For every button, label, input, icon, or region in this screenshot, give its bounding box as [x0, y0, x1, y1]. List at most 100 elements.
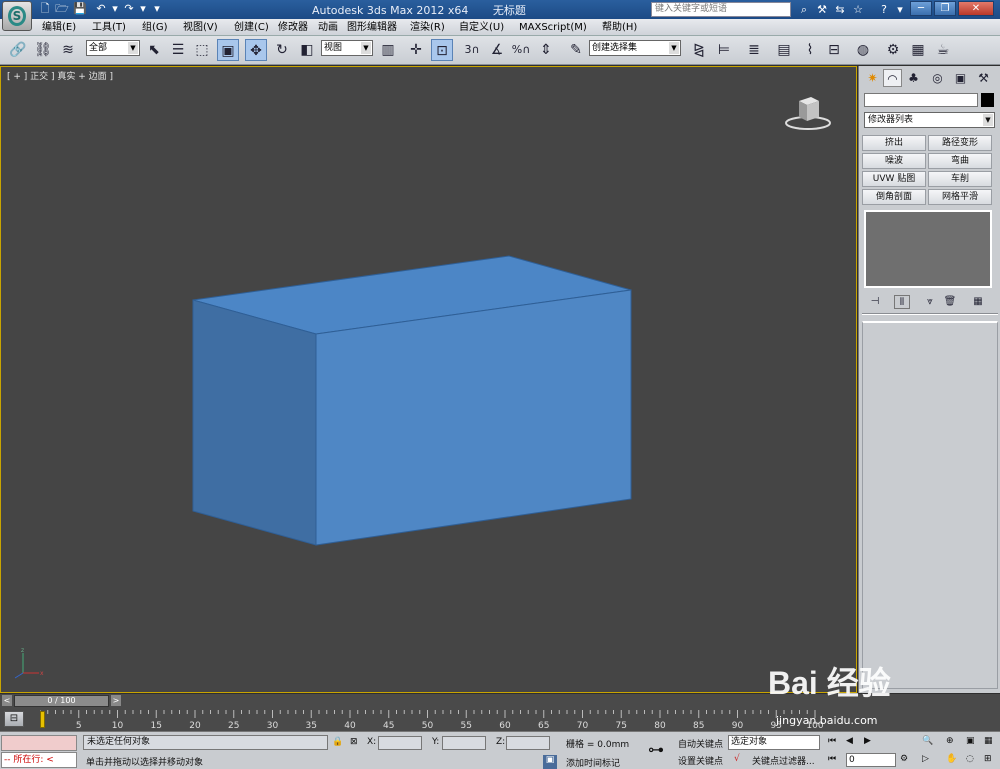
maxscript-mini-listener[interactable]: -- 所在行: <	[1, 752, 77, 768]
configure-modifier-sets-icon[interactable]: ▦	[970, 295, 986, 309]
maxscript-listener[interactable]	[1, 735, 77, 751]
modifier-bevel-profile-button[interactable]: 倒角剖面	[862, 189, 926, 205]
auto-key-label[interactable]: 自动关键点	[678, 737, 723, 750]
modify-tab-icon[interactable]: ◠	[883, 69, 902, 87]
modifier-noise-button[interactable]: 噪波	[862, 153, 926, 169]
lock-selection-icon[interactable]: 🔒	[332, 737, 343, 747]
transform-mode-icon[interactable]: ⊠	[350, 737, 358, 747]
menu-create[interactable]: 创建(C)	[234, 20, 269, 35]
keyboard-shortcut-override-icon[interactable]: ⊡	[431, 39, 453, 61]
zoom-icon[interactable]: 🔍	[922, 736, 933, 746]
undo-icon[interactable]: ↶	[94, 2, 108, 16]
time-slider-prev-button[interactable]: <	[2, 695, 12, 706]
mirror-icon[interactable]: ⧎	[688, 39, 710, 61]
select-by-name-icon[interactable]: ☰	[167, 39, 189, 61]
key-tools-icon[interactable]: ⚒	[814, 2, 830, 17]
display-tab-icon[interactable]: ▣	[951, 69, 970, 87]
time-config-icon[interactable]: ⚙	[900, 754, 908, 764]
modifier-path-deform-button[interactable]: 路径变形	[928, 135, 992, 151]
curve-editor-icon[interactable]: ⌇	[799, 39, 821, 61]
help-icon[interactable]: ?	[876, 2, 892, 17]
menu-rendering[interactable]: 渲染(R)	[410, 20, 445, 35]
remove-modifier-icon[interactable]: 🗑	[942, 295, 958, 309]
menu-group[interactable]: 组(G)	[142, 20, 168, 35]
align-icon[interactable]: ⊨	[713, 39, 735, 61]
menu-edit[interactable]: 编辑(E)	[42, 20, 76, 35]
favorites-icon[interactable]: ☆	[850, 2, 866, 17]
select-manipulate-icon[interactable]: ✛	[405, 39, 427, 61]
link-icon[interactable]: 🔗	[7, 39, 29, 61]
motion-tab-icon[interactable]: ◎	[928, 69, 947, 87]
select-and-move-icon[interactable]: ✥	[245, 39, 267, 61]
hierarchy-tab-icon[interactable]: ♣	[904, 69, 923, 87]
x-coordinate-field[interactable]	[378, 736, 422, 750]
menu-help[interactable]: 帮助(H)	[602, 20, 637, 35]
modifier-uvw-map-button[interactable]: UVW 贴图	[862, 171, 926, 187]
modifier-lathe-button[interactable]: 车削	[928, 171, 992, 187]
close-button[interactable]: ✕	[958, 1, 994, 16]
snaps-toggle-icon[interactable]: 3∩	[461, 39, 483, 61]
maximize-viewport-icon[interactable]: ⊞	[984, 754, 992, 764]
redo-dropdown-icon[interactable]: ▾	[136, 2, 150, 16]
render-production-icon[interactable]: ☕	[932, 39, 954, 61]
menu-views[interactable]: 视图(V)	[183, 20, 218, 35]
time-slider[interactable]: 0 / 100	[14, 695, 109, 707]
zoom-extents-all-icon[interactable]: ▦	[984, 736, 993, 746]
reference-coordinate-dropdown[interactable]: 视图 ▼	[321, 40, 373, 56]
menu-maxscript[interactable]: MAXScript(M)	[519, 20, 587, 35]
material-editor-icon[interactable]: ◍	[852, 39, 874, 61]
key-filter-icon[interactable]: √	[734, 754, 740, 764]
viewcube-icon[interactable]	[785, 95, 831, 131]
select-object-icon[interactable]: ⬉	[143, 39, 165, 61]
goto-start-frame-icon[interactable]: ⏮	[828, 754, 836, 764]
time-tag-icon[interactable]: ▣	[543, 755, 557, 769]
modifier-extrude-button[interactable]: 挤出	[862, 135, 926, 151]
angle-snap-icon[interactable]: ∡	[486, 39, 508, 61]
spinner-snap-icon[interactable]: ⇕	[535, 39, 557, 61]
make-unique-icon[interactable]: ⩔	[922, 295, 938, 309]
layer-manager-icon[interactable]: ≣	[743, 39, 765, 61]
selection-filter-dropdown[interactable]: 全部 ▼	[86, 40, 140, 56]
set-key-label[interactable]: 设置关键点	[678, 754, 723, 767]
open-file-icon[interactable]: 🗁	[55, 2, 69, 16]
time-slider-next-button[interactable]: >	[111, 695, 121, 706]
key-filters-button[interactable]: 关键点过滤器...	[752, 754, 815, 767]
pin-stack-icon[interactable]: ⊣	[867, 295, 883, 309]
percent-snap-icon[interactable]: %∩	[510, 39, 532, 61]
open-mini-curve-editor-icon[interactable]: ⊟	[4, 711, 24, 727]
zoom-all-icon[interactable]: ⊕	[946, 736, 954, 746]
modifier-list-dropdown[interactable]: 修改器列表 ▼	[864, 112, 995, 128]
rendered-frame-window-icon[interactable]: ▦	[907, 39, 929, 61]
object-color-swatch[interactable]	[981, 93, 994, 107]
new-file-icon[interactable]: 🗋	[38, 2, 52, 16]
play-icon[interactable]: ▶	[864, 736, 871, 746]
add-time-tag[interactable]: 添加时间标记	[566, 756, 620, 769]
set-key-icon[interactable]: ⊶	[648, 740, 664, 759]
create-tab-icon[interactable]: ✷	[863, 69, 882, 87]
bind-space-warp-icon[interactable]: ≋	[57, 39, 79, 61]
prev-frame-icon[interactable]: ◀	[846, 736, 853, 746]
show-end-result-icon[interactable]: ⫴	[894, 295, 910, 309]
search-input[interactable]: 键入关键字或短语	[651, 2, 791, 17]
app-logo-button[interactable]: S	[2, 1, 32, 31]
undo-dropdown-icon[interactable]: ▾	[108, 2, 122, 16]
restore-button[interactable]: ❐	[934, 1, 956, 16]
menu-animation[interactable]: 动画	[318, 20, 338, 35]
pan-view-icon[interactable]: ✋	[946, 754, 957, 764]
modifier-meshsmooth-button[interactable]: 网格平滑	[928, 189, 992, 205]
z-coordinate-field[interactable]	[506, 736, 550, 750]
quick-access-menu-icon[interactable]: ▾	[150, 2, 164, 16]
graphite-tools-icon[interactable]: ▤	[773, 39, 795, 61]
current-frame-field[interactable]: 0	[846, 753, 896, 767]
box-object[interactable]	[1, 67, 856, 692]
field-of-view-icon[interactable]: ▷	[922, 754, 929, 764]
schematic-view-icon[interactable]: ⊟	[823, 39, 845, 61]
communication-icon[interactable]: ⇆	[832, 2, 848, 17]
select-and-scale-icon[interactable]: ◧	[296, 39, 318, 61]
zoom-extents-icon[interactable]: ▣	[966, 736, 975, 746]
y-coordinate-field[interactable]	[442, 736, 486, 750]
render-setup-icon[interactable]: ⚙	[882, 39, 904, 61]
minimize-button[interactable]: ─	[910, 1, 932, 16]
save-icon[interactable]: 💾	[73, 2, 87, 16]
current-frame-marker[interactable]	[40, 711, 45, 728]
